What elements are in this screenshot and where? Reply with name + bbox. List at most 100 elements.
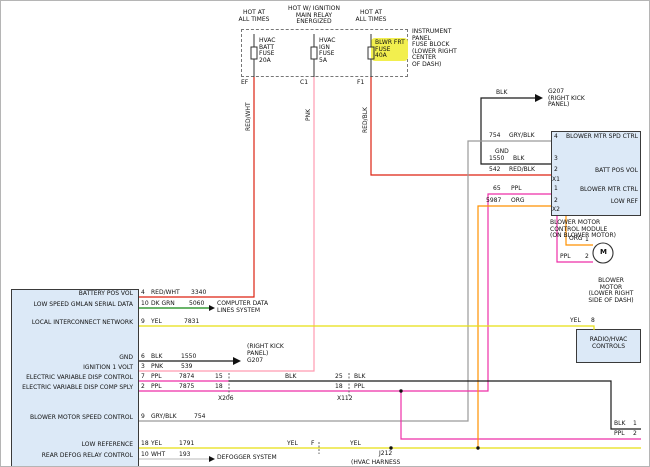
- hvac-color-2: YEL: [151, 319, 162, 326]
- hvac-color-3: BLK: [151, 354, 162, 361]
- motor-title: BLOWER MOTOR (LOWER RIGHT SIDE OF DASH): [575, 278, 647, 304]
- wire-red-wht-3340: [139, 77, 254, 297]
- wire-pnk-539: [139, 77, 314, 371]
- module-title: BLOWER MOTOR CONTROL MODULE (ON BLOWER M…: [550, 220, 616, 240]
- radio-pin-8: 8: [591, 318, 595, 325]
- edge-blk-label: BLK: [614, 421, 625, 428]
- fuse-block-label: INSTRUMENT PANEL FUSE BLOCK (LOWER RIGHT…: [412, 29, 457, 68]
- power-label-2: HOT W/ IGNITION MAIN RELAY ENERGIZED: [284, 6, 344, 26]
- color-gry-blk: GRY/BLK: [509, 133, 535, 140]
- module-pin-2b: 2: [554, 198, 558, 205]
- wire-ppl-branch-edge: [401, 391, 641, 439]
- hvac-ckt-7: 754: [194, 414, 205, 421]
- module-pin-4: 4: [554, 134, 558, 141]
- hvac-fn-batt: BATTERY POS VOL: [15, 291, 133, 298]
- bottom-yel-a: YEL: [287, 441, 298, 448]
- hvac-pin-3: 6: [141, 354, 145, 361]
- ckt-5987: 5987: [486, 198, 501, 205]
- module-pin-2: 2: [554, 167, 558, 174]
- hvac-ckt-0: 3340: [191, 290, 206, 297]
- hvac-dest-1: COMPUTER DATA LINES SYSTEM: [217, 301, 268, 314]
- hvac-fn-ign: IGNITION 1 VOLT: [15, 365, 133, 372]
- hvac-pin-1: 10: [141, 301, 149, 308]
- fuse-hvac-batt-label: HVAC BATT FUSE 20A: [259, 38, 275, 64]
- hvac-color-7: GRY/BLK: [151, 414, 177, 421]
- module-connector-x2: X2: [552, 207, 560, 214]
- connector-f-label: F: [311, 441, 314, 448]
- hvac-pin-0: 4: [141, 290, 145, 297]
- module-pin-3: 3: [554, 156, 558, 163]
- hvac-ckt-3: 1550: [181, 354, 196, 361]
- fuse-pin-c1: C1: [300, 80, 308, 87]
- wire-yel-7831-lin: [139, 326, 594, 330]
- module-fn-batt-pos: BATT POS VOL: [559, 168, 638, 175]
- ground-symbol-g207-top: [535, 94, 543, 102]
- color-blk: BLK: [513, 156, 524, 163]
- junction-dot-ppl: [399, 389, 402, 392]
- hvac-pin-7: 9: [141, 414, 145, 421]
- arrow-defogger: [209, 456, 215, 462]
- hvac-fn-gnd: GND: [15, 355, 133, 362]
- hvac-fn-evd-supply: ELECTRIC VARIABLE DISP COMP SPLY: [15, 385, 133, 392]
- row2-seg-ppl: PPL: [354, 384, 365, 391]
- hvac-pin-9: 10: [141, 452, 149, 459]
- edge-ppl-pin: 2: [633, 431, 637, 438]
- hvac-ckt-6: 7875: [179, 384, 194, 391]
- motor-pin-1: 1: [585, 237, 589, 244]
- power-label-1: HOT AT ALL TIMES: [229, 10, 279, 23]
- color-ppl: PPL: [511, 186, 522, 193]
- hvac-fn-defog: REAR DEFOG RELAY CONTROL: [15, 453, 133, 460]
- hvac-pin-6: 2: [141, 384, 145, 391]
- row1-pin-25: 25: [335, 374, 343, 381]
- motor-feed-org-label: ORG: [569, 236, 583, 243]
- ground-symbol-g207-mid: [233, 357, 241, 365]
- ckt-1550: 1550: [489, 156, 504, 163]
- ckt-754: 754: [489, 133, 500, 140]
- row2-pin-18b: 18: [335, 384, 343, 391]
- junction-j212-label: J212: [379, 451, 392, 458]
- row1-seg-blk2: BLK: [354, 374, 365, 381]
- row1-pin-15: 15: [215, 374, 223, 381]
- hvac-fn-gmlan: LOW SPEED GMLAN SERIAL DATA: [15, 302, 133, 309]
- hvac-pin-4: 3: [141, 364, 145, 371]
- harness-note: (HVAC HARNESS: [351, 460, 400, 467]
- radio-box-label: RADIO/HVAC CONTROLS: [576, 337, 641, 350]
- module-fn-spd-ctrl: BLOWER MTR SPD CTRL: [559, 134, 638, 141]
- module-fn-mtr-ctrl: BLOWER MTR CTRL: [559, 187, 638, 194]
- color-org: ORG: [511, 198, 525, 205]
- fuse-blwr-frt-label: BLWR FRT FUSE 40A: [375, 40, 405, 60]
- hvac-pin-2: 9: [141, 319, 145, 326]
- fuse-hvac-ign-label: HVAC IGN FUSE 5A: [319, 38, 335, 64]
- junction-dot-org-yel: [476, 446, 479, 449]
- hvac-ckt-9: 193: [179, 452, 190, 459]
- hvac-color-5: PPL: [151, 374, 162, 381]
- hvac-pin-8: 18: [141, 441, 149, 448]
- hvac-ckt-2: 7831: [184, 319, 199, 326]
- wire-label-pnk-vertical: PNK: [306, 109, 313, 121]
- hvac-dest-9: DEFOGGER SYSTEM: [217, 455, 277, 462]
- hvac-fn-low-ref: LOW REFERENCE: [15, 442, 133, 449]
- color-red-blk: RED/BLK: [509, 167, 535, 174]
- fuse-pin-ef: EF: [241, 80, 248, 87]
- fuse-pin-f1: F1: [357, 80, 364, 87]
- connector-x112-label: X112: [337, 396, 353, 403]
- wire-org-5987: [478, 206, 551, 448]
- hvac-fn-lin: LOCAL INTERCONNECT NETWORK: [15, 320, 133, 327]
- hvac-color-9: WHT: [151, 452, 165, 459]
- module-pin-1: 1: [554, 186, 558, 193]
- module-connector-x1: X1: [552, 177, 560, 184]
- edge-ppl-label: PPL: [614, 431, 625, 438]
- hvac-color-4: PNK: [151, 364, 163, 371]
- ckt-65: 65: [493, 186, 501, 193]
- hvac-ckt-8: 1791: [179, 441, 194, 448]
- wire-label-red-wht-vertical: RED/WHT: [246, 102, 253, 131]
- row2-pin-18a: 18: [215, 384, 223, 391]
- fuse-symbol-blwr-frt: [368, 34, 374, 77]
- hvac-fn-blower-speed: BLOWER MOTOR SPEED CONTROL: [15, 415, 133, 422]
- hvac-ckt-5: 7874: [179, 374, 194, 381]
- hvac-color-6: PPL: [151, 384, 162, 391]
- wire-label-blk-top: BLK: [496, 90, 507, 97]
- hvac-pin-5: 7: [141, 374, 145, 381]
- ground-g207-mid-name: G207: [247, 358, 263, 365]
- fuse-symbol-hvac-batt: [251, 34, 257, 77]
